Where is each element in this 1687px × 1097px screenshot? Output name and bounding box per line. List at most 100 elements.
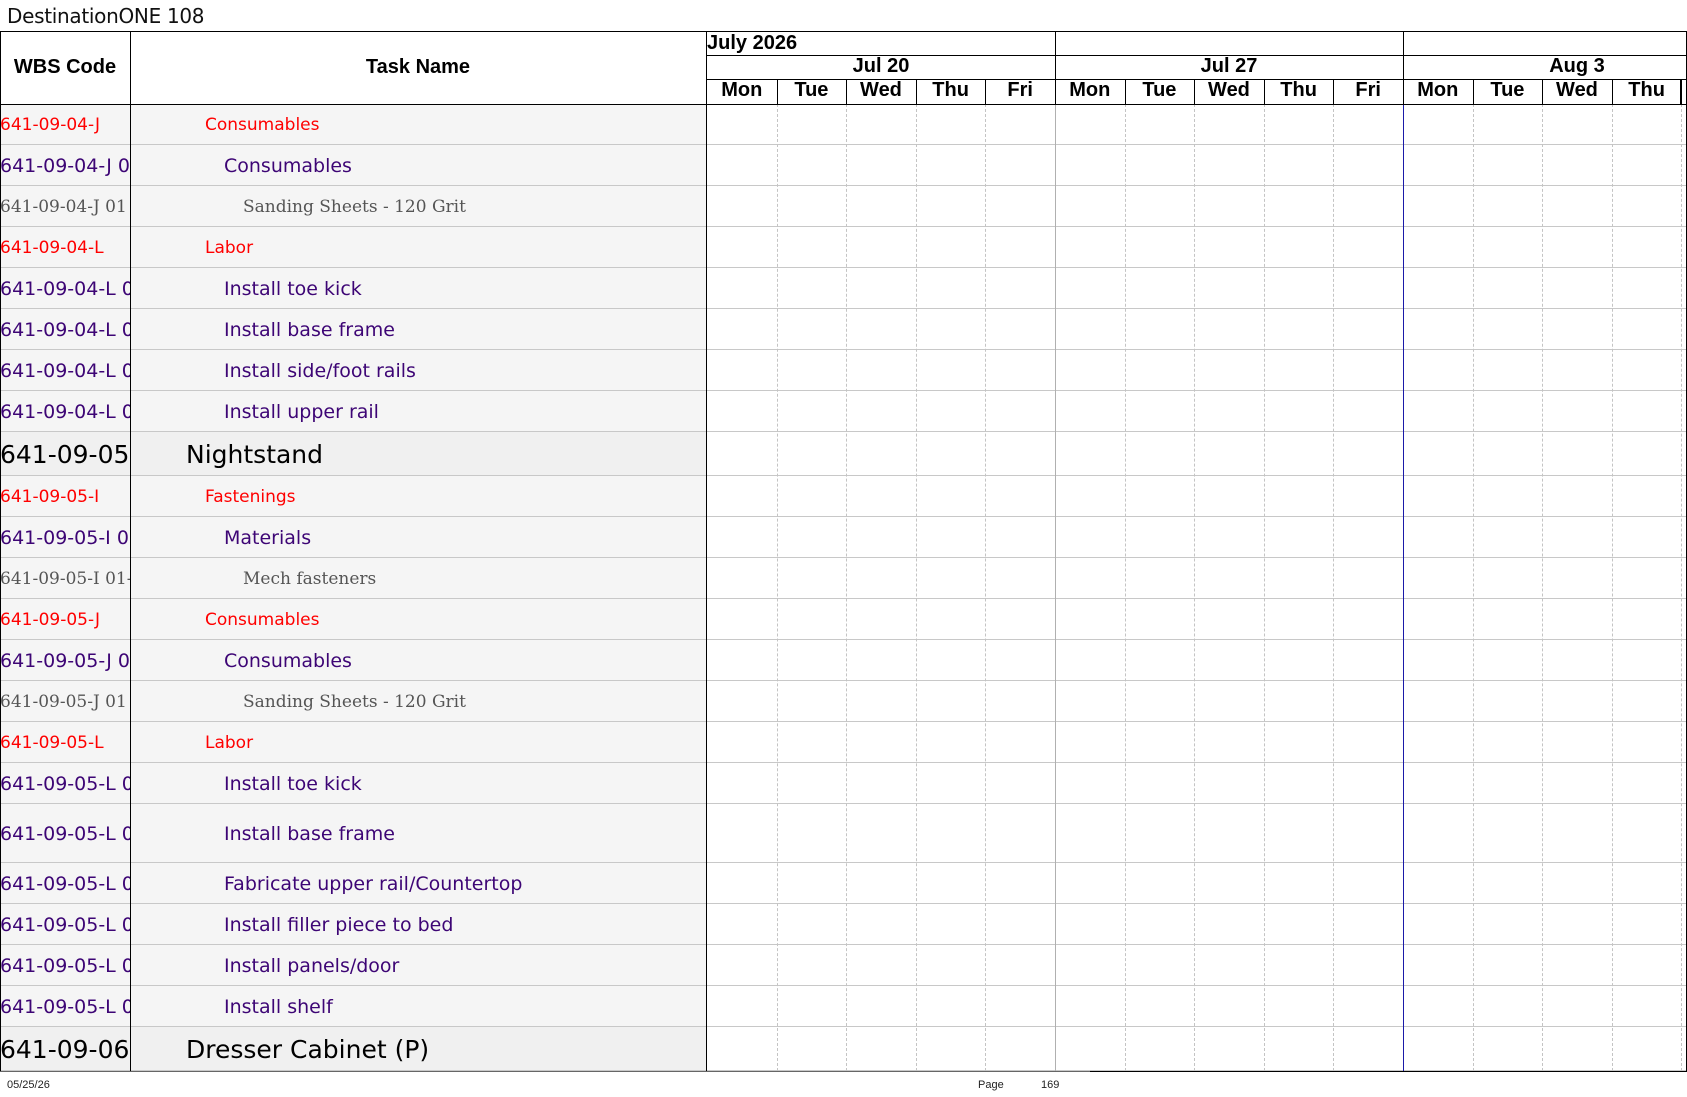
task-name-cell[interactable]: Dresser Cabinet (P) (186, 1027, 429, 1071)
wbs-code-cell[interactable]: 641-09-05-L (0, 722, 130, 763)
task-name-cell[interactable]: Sanding Sheets - 120 Grit (243, 681, 466, 722)
task-row[interactable]: 641-09-06 Dresser Cabinet (P) (0, 1027, 1687, 1071)
week-label: Aug 3 (1549, 55, 1605, 77)
day-header-divider (985, 79, 986, 104)
day-label: Mon (721, 79, 763, 101)
wbs-code-cell[interactable]: 641-09-05-J (0, 599, 130, 640)
wbs-code-cell[interactable]: 641-09-04-J 01 (0, 186, 130, 227)
wbs-code-cell[interactable]: 641-09-05-I 01- (0, 558, 130, 599)
day-label: Thu (1280, 79, 1317, 101)
task-name-cell[interactable]: Labor (205, 722, 253, 763)
wbs-code-cell[interactable]: 641-09-04-L (0, 227, 130, 268)
wbs-code-header[interactable]: WBS Code (0, 31, 130, 104)
task-row[interactable]: 641-09-04-L 0 Install base frame (0, 309, 1687, 350)
task-row[interactable]: 641-09-05-L 0 Install filler piece to bed (0, 904, 1687, 945)
day-header-divider (916, 79, 917, 104)
task-row[interactable]: 641-09-05-I Fastenings (0, 476, 1687, 517)
week-label: Jul 20 (852, 55, 910, 77)
wbs-code-cell[interactable]: 641-09-05-L 0 (0, 945, 130, 986)
wbs-code-cell[interactable]: 641-09-05-I 0 (0, 517, 130, 558)
wbs-code-cell[interactable]: 641-09-04-J 0 (0, 145, 130, 186)
day-header-divider (1542, 79, 1543, 104)
task-name-cell[interactable]: Install base frame (224, 804, 395, 863)
task-name-cell[interactable]: Sanding Sheets - 120 Grit (243, 186, 466, 227)
month-label: July 2026 (707, 32, 798, 54)
task-name-cell[interactable]: Materials (224, 517, 311, 558)
week-row-bottom (707, 79, 1687, 80)
wbs-code-cell[interactable]: 641-09-05-L 0 (0, 763, 130, 804)
wbs-code-cell[interactable]: 641-09-05-L 0 (0, 804, 130, 863)
task-row[interactable]: 641-09-05-J Consumables (0, 599, 1687, 640)
wbs-code-cell[interactable]: 641-09-05-L 0 (0, 863, 130, 904)
day-gridline (916, 104, 917, 1071)
frame-top (0, 31, 1687, 32)
wbs-code-cell[interactable]: 641-09-05 (0, 432, 130, 476)
task-row[interactable]: 641-09-04-L Labor (0, 227, 1687, 268)
gantt-sheet: 641-09-04-J Consumables 641-09-04-J 0 Consu… (0, 31, 1687, 1072)
day-gridline (1333, 104, 1334, 1071)
task-row[interactable]: 641-09-05-L 0 Fabricate upper rail/Counte… (0, 863, 1687, 904)
document-title: DestinationONE 108 (7, 4, 205, 28)
task-row[interactable]: 641-09-04-J 01 Sanding Sheets - 120 Grit (0, 186, 1687, 227)
wbs-code-cell[interactable]: 641-09-04-L 0 (0, 268, 130, 309)
task-name-cell[interactable]: Install toe kick (224, 268, 362, 309)
task-row[interactable]: 641-09-04-L 0 Install toe kick (0, 268, 1687, 309)
wbs-code-cell[interactable]: 641-09-06 (0, 1027, 130, 1071)
day-header-divider (1264, 79, 1265, 104)
wbs-code-cell[interactable]: 641-09-04-L 0 (0, 309, 130, 350)
day-header-divider (1333, 79, 1334, 104)
task-name-cell[interactable]: Consumables (224, 145, 352, 186)
task-row[interactable]: 641-09-05-J 01 Sanding Sheets - 120 Grit (0, 681, 1687, 722)
task-row[interactable]: 641-09-04-L 0 Install upper rail (0, 391, 1687, 432)
day-gridline (1612, 104, 1613, 1071)
task-name-cell[interactable]: Consumables (205, 104, 319, 145)
wbs-code-cell[interactable]: 641-09-05-L 0 (0, 986, 130, 1027)
task-row[interactable]: 641-09-05-L 0 Install shelf (0, 986, 1687, 1027)
task-row[interactable]: 641-09-05 Nightstand (0, 432, 1687, 476)
task-row[interactable]: 641-09-04-L 0 Install side/foot rails (0, 350, 1687, 391)
task-row[interactable]: 641-09-05-I 01- Mech fasteners (0, 558, 1687, 599)
task-row[interactable]: 641-09-04-J Consumables (0, 104, 1687, 145)
wbs-code-cell[interactable]: 641-09-05-J 01 (0, 681, 130, 722)
task-name-cell[interactable]: Install shelf (224, 986, 333, 1027)
task-name-cell[interactable]: Labor (205, 227, 253, 268)
task-name-cell[interactable]: Install panels/door (224, 945, 399, 986)
task-row[interactable]: 641-09-05-L 0 Install panels/door (0, 945, 1687, 986)
task-name-header[interactable]: Task Name (130, 31, 706, 104)
task-row[interactable]: 641-09-05-L Labor (0, 722, 1687, 763)
day-header-divider (1473, 79, 1474, 104)
task-name-cell[interactable]: Fabricate upper rail/Countertop (224, 863, 522, 904)
wbs-code-cell[interactable]: 641-09-04-L 0 (0, 391, 130, 432)
current-week-marker (1403, 104, 1404, 1071)
task-name-cell[interactable]: Nightstand (186, 432, 323, 476)
task-name-cell[interactable]: Install upper rail (224, 391, 379, 432)
task-name-cell[interactable]: Consumables (224, 640, 352, 681)
wbs-code-cell[interactable]: 641-09-05-J 0 (0, 640, 130, 681)
wbs-code-cell[interactable]: 641-09-05-L 0 (0, 904, 130, 945)
wbs-code-cell[interactable]: 641-09-04-L 0 (0, 350, 130, 391)
wbs-code-cell[interactable]: 641-09-04-J (0, 104, 130, 145)
day-gridline (1681, 104, 1682, 1071)
task-row[interactable]: 641-09-04-J 0 Consumables (0, 145, 1687, 186)
day-header-divider (1612, 79, 1613, 104)
day-label: Fri (1007, 79, 1033, 101)
task-row[interactable]: 641-09-05-I 0 Materials (0, 517, 1687, 558)
day-label: Fri (1355, 79, 1381, 101)
task-name-cell[interactable]: Install base frame (224, 309, 395, 350)
wbs-code-cell[interactable]: 641-09-05-I (0, 476, 130, 517)
task-name-cell[interactable]: Install filler piece to bed (224, 904, 453, 945)
task-name-cell[interactable]: Mech fasteners (243, 558, 376, 599)
task-name-cell[interactable]: Consumables (205, 599, 319, 640)
task-row[interactable]: 641-09-05-J 0 Consumables (0, 640, 1687, 681)
task-row[interactable]: 641-09-05-L 0 Install toe kick (0, 763, 1687, 804)
task-name-cell[interactable]: Install toe kick (224, 763, 362, 804)
task-name-cell[interactable]: Install side/foot rails (224, 350, 416, 391)
day-gridline (1473, 104, 1474, 1071)
task-row[interactable]: 641-09-05-L 0 Install base frame (0, 804, 1687, 863)
task-name-cell[interactable]: Fastenings (205, 476, 296, 517)
frame-left (0, 31, 1, 1071)
footer-date: 05/25/26 (7, 1079, 50, 1091)
week-header-divider (1403, 31, 1404, 104)
task-column-divider (706, 31, 707, 1071)
day-label: Mon (1417, 79, 1459, 101)
